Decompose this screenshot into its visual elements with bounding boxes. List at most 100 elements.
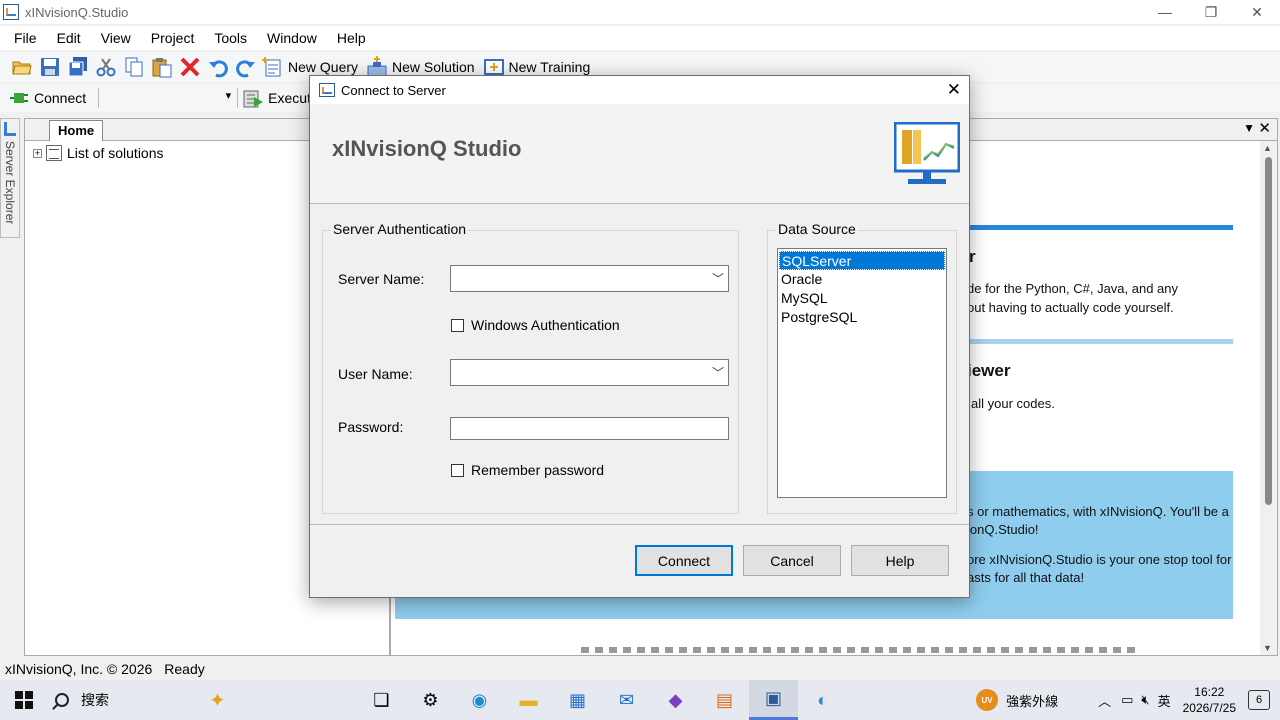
info-text-1b: ionQ.Studio! [967, 522, 1039, 537]
paste-icon[interactable] [150, 55, 174, 79]
ime-indicator[interactable]: 英 [1158, 691, 1171, 710]
tab-home[interactable]: Home [49, 120, 104, 141]
chevron-down-icon[interactable]: ﹀ [712, 364, 724, 381]
menu-window[interactable]: Window [257, 30, 327, 46]
tab-dropdown-icon[interactable]: ▼ [1243, 121, 1255, 135]
store-icon[interactable]: ▦ [553, 680, 602, 720]
section-text-1b: out having to actually code yourself. [967, 300, 1174, 315]
weather-text[interactable]: 強紫外線 [1006, 691, 1058, 710]
connect-toolbar-button[interactable]: Connect [8, 87, 86, 109]
scroll-thumb[interactable] [1265, 157, 1272, 505]
dialog-app-icon [319, 83, 335, 97]
status-state: Ready [164, 661, 205, 677]
server-name-combobox[interactable]: ﹀ [450, 265, 729, 292]
menu-help[interactable]: Help [327, 30, 376, 46]
vertical-scrollbar[interactable]: ▲ ▼ [1260, 141, 1277, 655]
connect-button[interactable]: Connect [635, 545, 733, 576]
menu-project[interactable]: Project [141, 30, 205, 46]
pinned-apps: ❏ ⚙ ◉ ▬ ▦ ✉ ◆ ▤ ▣ ◐ [357, 680, 847, 720]
remember-password-checkbox[interactable]: Remember password [451, 462, 604, 478]
close-button[interactable]: ✕ [1234, 0, 1280, 24]
battery-icon[interactable]: ▭ [1121, 692, 1133, 708]
visual-studio-icon[interactable]: ◆ [651, 680, 700, 720]
checkbox-box[interactable] [451, 463, 464, 477]
section-text-2: all your codes. [971, 396, 1055, 411]
maximize-button[interactable]: ❐ [1188, 0, 1234, 24]
checkbox-box[interactable] [451, 318, 464, 332]
execute-button[interactable]: Execute [242, 87, 319, 109]
xinvisionq-studio-taskbar-icon[interactable]: ▣ [749, 680, 798, 720]
copy-icon[interactable] [122, 55, 146, 79]
speaker-mute-icon[interactable]: 🔇︎ [1141, 692, 1149, 708]
status-bar: xINvisionQ, Inc. © 2026 Ready [0, 658, 1280, 680]
list-item[interactable]: PostgreSQL [779, 308, 945, 327]
menu-edit[interactable]: Edit [47, 30, 91, 46]
user-name-label: User Name: [338, 366, 413, 382]
save-all-icon[interactable] [66, 55, 90, 79]
weather-uv-icon[interactable]: UV [976, 689, 999, 711]
user-name-combobox[interactable]: ﹀ [450, 359, 729, 386]
undo-icon[interactable] [206, 55, 230, 79]
copilot-sparkle-icon[interactable]: ✦ [209, 688, 226, 713]
info-text-1a: s or mathematics, with xINvisionQ. You'l… [967, 504, 1229, 519]
settings-gear-icon[interactable]: ⚙ [406, 680, 455, 720]
paint-icon[interactable]: ◐ [798, 680, 847, 720]
list-item[interactable]: Oracle [779, 270, 945, 289]
execute-icon [243, 90, 264, 108]
edge-browser-icon[interactable]: ◉ [455, 680, 504, 720]
new-query-label: New Query [288, 59, 359, 75]
new-query-icon [262, 57, 281, 77]
list-item[interactable]: MySQL [779, 289, 945, 308]
clock[interactable]: 16:22 2026/7/25 [1183, 684, 1236, 716]
system-tray: UV 強紫外線 ︿ ▭ 🔇︎ 英 16:22 2026/7/25 6 [976, 680, 1280, 720]
cut-icon[interactable] [94, 55, 118, 79]
tab-close-icon[interactable]: ✕ [1258, 119, 1271, 137]
windows-auth-checkbox[interactable]: Windows Authentication [451, 317, 620, 333]
cropped-text-line [581, 647, 1141, 653]
scroll-down-icon[interactable]: ▼ [1263, 643, 1272, 653]
new-solution-label: New Solution [392, 59, 475, 75]
redo-icon[interactable] [234, 55, 258, 79]
database-selector[interactable] [111, 87, 233, 109]
dialog-footer: Connect Cancel Help [310, 524, 969, 597]
dialog-close-button[interactable]: ✕ [947, 80, 961, 100]
tree-item-label: List of solutions [67, 145, 164, 161]
chart-app-icon[interactable]: ▤ [700, 680, 749, 720]
clock-date: 2026/7/25 [1182, 701, 1236, 715]
start-button[interactable] [15, 691, 33, 709]
menu-bar: File Edit View Project Tools Window Help [0, 26, 1280, 50]
server-explorer-tab[interactable]: Server Explorer [0, 118, 20, 238]
tray-overflow-chevron-icon[interactable]: ︿ [1098, 691, 1111, 710]
list-item[interactable]: SQLServer [779, 251, 945, 270]
scroll-up-icon[interactable]: ▲ [1263, 143, 1272, 153]
list-icon [46, 145, 62, 161]
file-explorer-icon[interactable]: ▬ [504, 680, 553, 720]
chevron-down-icon[interactable]: ﹀ [712, 270, 724, 287]
menu-tools[interactable]: Tools [204, 30, 257, 46]
menu-view[interactable]: View [91, 30, 141, 46]
notification-center-icon[interactable]: 6 [1248, 690, 1270, 710]
mail-icon[interactable]: ✉ [602, 680, 651, 720]
title-bar: xINvisionQ.Studio — ❐ ✕ [0, 0, 1280, 24]
menu-file[interactable]: File [0, 30, 47, 46]
minimize-button[interactable]: — [1142, 0, 1188, 24]
tree-item-list-of-solutions[interactable]: + List of solutions [33, 145, 164, 161]
open-folder-icon[interactable] [10, 55, 34, 79]
monitor-chart-icon [894, 122, 960, 184]
tree-expander-icon[interactable]: + [33, 148, 42, 158]
cancel-button[interactable]: Cancel [743, 545, 841, 576]
save-icon[interactable] [38, 55, 62, 79]
datasource-group-legend: Data Source [776, 221, 858, 237]
info-text-2b: asts for all that data! [967, 570, 1085, 585]
task-view-icon[interactable]: ❏ [357, 680, 406, 720]
help-button[interactable]: Help [851, 545, 949, 576]
status-copyright: xINvisionQ, Inc. © 2026 [5, 661, 153, 677]
delete-icon[interactable] [178, 55, 202, 79]
taskbar-search[interactable]: 搜索 ✦ [55, 684, 325, 716]
server-name-label: Server Name: [338, 271, 425, 287]
server-explorer-label: Server Explorer [3, 141, 17, 225]
datasource-listbox[interactable]: SQLServer Oracle MySQL PostgreSQL [777, 248, 947, 498]
app-icon [3, 4, 19, 20]
remember-password-label: Remember password [471, 462, 605, 478]
password-field[interactable] [450, 417, 729, 440]
